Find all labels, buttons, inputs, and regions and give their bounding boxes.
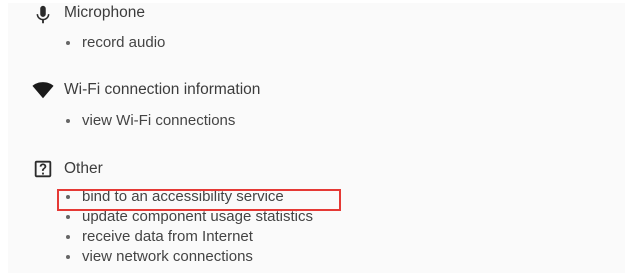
permission-label: view Wi-Fi connections [82,112,236,129]
permissions-panel: Microphone record audio Wi-Fi connection… [8,3,625,273]
permission-group-title: Microphone [64,4,145,21]
bullet-icon [66,215,70,219]
permission-label: receive data from Internet [82,228,253,245]
bullet-icon [66,41,70,45]
permission-group-title: Other [64,160,103,177]
microphone-icon [36,5,50,24]
bullet-icon [66,195,70,199]
bullet-icon [66,235,70,239]
permission-label: record audio [82,34,166,51]
permission-label: update component usage statistics [82,208,313,225]
permission-label: bind to an accessibility service [82,188,284,205]
help-box-icon [34,160,52,178]
bullet-icon [66,255,70,259]
wifi-icon [32,82,54,99]
permission-group-title: Wi-Fi connection information [64,81,261,98]
bullet-icon [66,119,70,123]
permission-label: view network connections [82,248,253,265]
